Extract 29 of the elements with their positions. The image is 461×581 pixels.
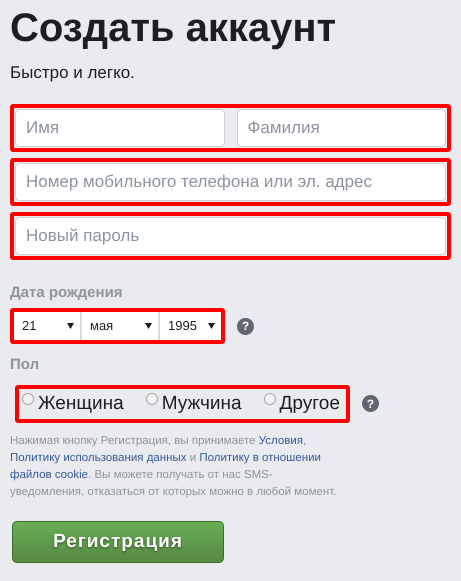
subtitle: Быстро и легко.	[10, 62, 136, 84]
name-field[interactable]: Имя	[15, 108, 224, 146]
radio-button[interactable]	[264, 392, 276, 404]
radio-button[interactable]	[22, 392, 34, 404]
radio-label[interactable]: Женщина	[38, 390, 124, 418]
terms-text: уведомления, отказаться от которых можно в любой момент.	[10, 486, 336, 498]
help-button[interactable]: ?	[362, 395, 379, 412]
gender-label: Пол	[10, 355, 40, 375]
radio-label[interactable]: Мужчина	[162, 390, 242, 418]
name-field[interactable]: Фамилия	[236, 108, 446, 146]
register-button[interactable]: Регистрация	[12, 521, 224, 563]
help-button[interactable]: ?	[237, 318, 254, 334]
terms-link[interactable]: Политику использования данных	[10, 452, 187, 464]
terms-text: и	[188, 452, 198, 464]
page-title: Создать аккаунт	[10, 5, 338, 52]
terms-text: ,	[303, 435, 306, 447]
terms-link[interactable]: Политику в отношении	[199, 452, 321, 464]
caret-icon	[208, 323, 215, 329]
caret-icon	[145, 323, 152, 329]
terms-link[interactable]: Условия	[258, 435, 304, 447]
terms-text: Нажимая кнопку Регистрация, вы принимаете	[10, 435, 257, 447]
caret-icon	[67, 323, 74, 329]
contact-field[interactable]: Номер мобильного телефона или эл. адрес	[15, 162, 446, 200]
radio-button[interactable]	[146, 392, 158, 404]
terms-link[interactable]: файлов cookie	[10, 469, 88, 481]
terms-text: . Вы можете получать от нас SMS-	[88, 469, 273, 481]
password-field[interactable]: Новый пароль	[15, 216, 446, 254]
birthday-label: Дата рождения	[10, 282, 124, 302]
radio-label[interactable]: Другое	[280, 390, 340, 418]
